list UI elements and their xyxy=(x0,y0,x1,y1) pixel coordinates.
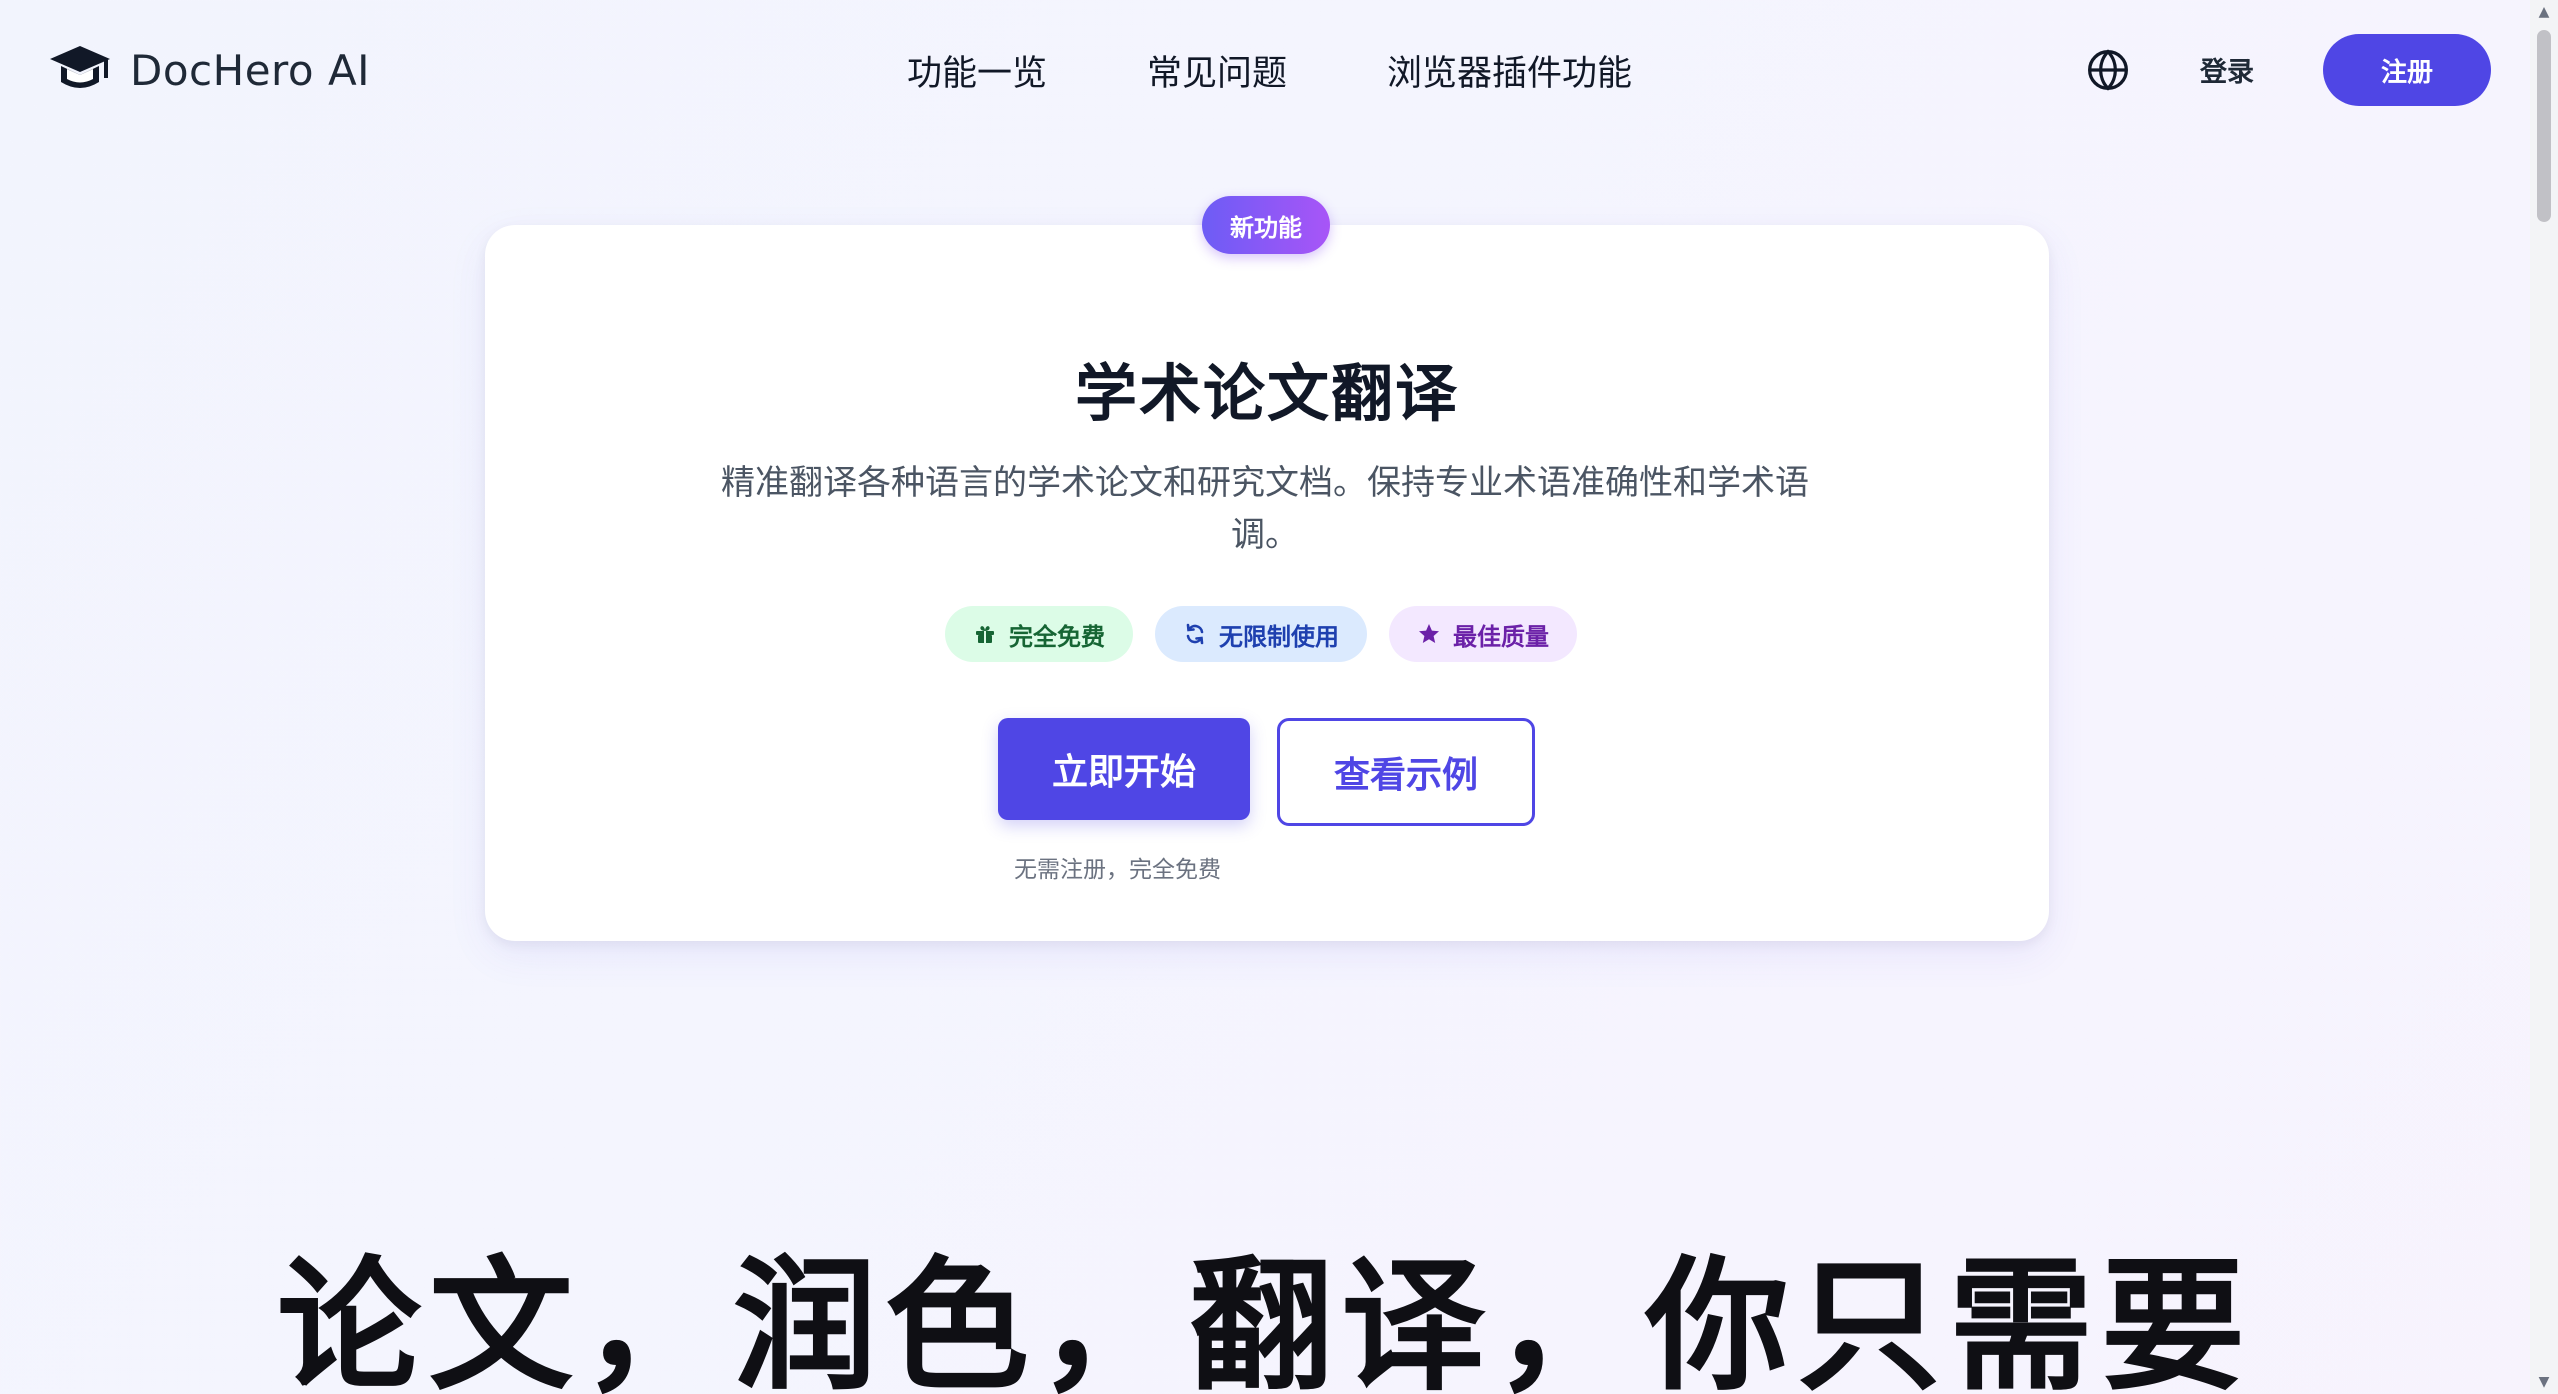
scroll-up-arrow-icon[interactable]: ▲ xyxy=(2530,0,2558,24)
feature-pills: 完全免费 无限制使用 最佳质量 xyxy=(945,606,1577,662)
pill-quality-label: 最佳质量 xyxy=(1453,622,1549,651)
login-link[interactable]: 登录 xyxy=(2200,50,2254,89)
pill-unlimited: 无限制使用 xyxy=(1155,606,1367,662)
nav-item-features[interactable]: 功能一览 xyxy=(907,45,1047,96)
graduation-cap-icon xyxy=(50,46,110,88)
new-feature-badge: 新功能 xyxy=(1202,196,1330,254)
gift-icon xyxy=(976,626,994,643)
page-scrollbar[interactable]: ▲ ▼ xyxy=(2530,0,2558,1394)
scrollbar-thumb[interactable] xyxy=(2537,30,2551,222)
top-navigation-bar: DocHero AI 功能一览 常见问题 浏览器插件功能 登录 注册 xyxy=(0,0,2530,140)
pill-free: 完全免费 xyxy=(945,606,1133,662)
hero-title: 学术论文翻译 xyxy=(1074,357,1459,430)
signup-button[interactable]: 注册 xyxy=(2323,34,2491,106)
language-switcher[interactable] xyxy=(2086,48,2130,92)
nav-item-browser-extension[interactable]: 浏览器插件功能 xyxy=(1387,45,1632,96)
pill-quality: 最佳质量 xyxy=(1389,606,1577,662)
refresh-icon xyxy=(1186,623,1204,645)
pill-unlimited-label: 无限制使用 xyxy=(1219,622,1339,651)
feature-hero-card xyxy=(485,225,2049,941)
brand-logo[interactable]: DocHero AI xyxy=(48,36,370,104)
no-signup-hint: 无需注册，完全免费 xyxy=(1014,857,1221,883)
hero-description: 精准翻译各种语言的学术论文和研究文档。保持专业术语准确性和学术语调。 xyxy=(721,463,1809,555)
globe-icon xyxy=(2088,49,2128,91)
scroll-down-arrow-icon[interactable]: ▼ xyxy=(2530,1370,2558,1394)
section-headline: 论文，润色，翻译，你只需要 xyxy=(276,1242,2253,1394)
brand-name: DocHero AI xyxy=(130,45,371,95)
star-icon xyxy=(1419,624,1439,643)
nav-item-faq[interactable]: 常见问题 xyxy=(1147,45,1287,96)
start-now-button[interactable]: 立即开始 xyxy=(998,718,1250,820)
pill-free-label: 完全免费 xyxy=(1009,622,1105,651)
main-nav: 功能一览 常见问题 浏览器插件功能 xyxy=(907,42,1632,98)
view-example-button[interactable]: 查看示例 xyxy=(1277,718,1535,826)
